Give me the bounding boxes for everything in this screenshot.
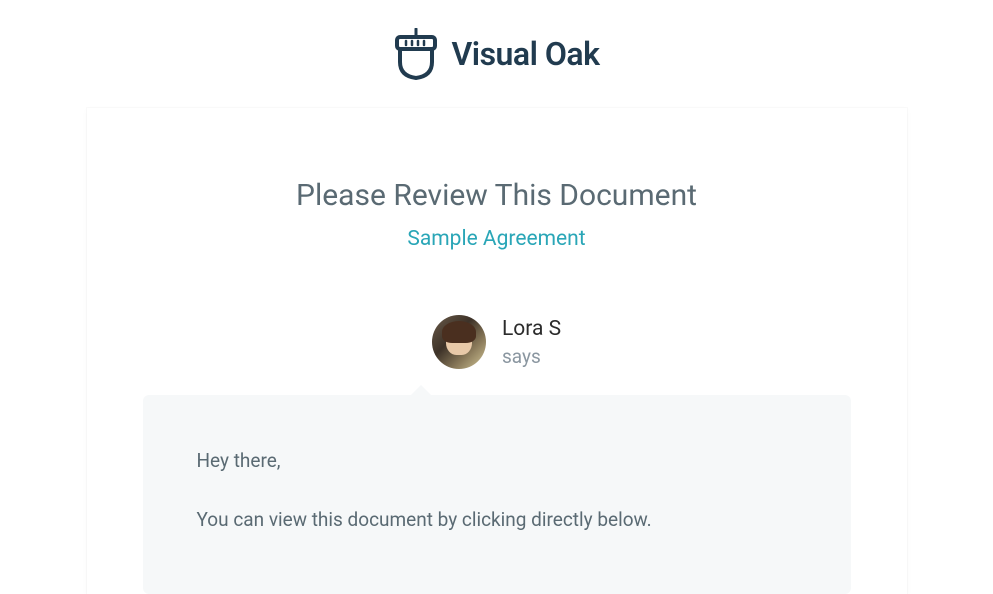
message-body: You can view this document by clicking d… bbox=[197, 506, 797, 535]
sender-name: Lora S bbox=[502, 317, 561, 341]
content-panel: Please Review This Document Sample Agree… bbox=[87, 108, 907, 594]
sender-says-label: says bbox=[502, 345, 561, 368]
brand-name: Visual Oak bbox=[452, 35, 600, 73]
avatar bbox=[432, 315, 486, 369]
document-title-link[interactable]: Sample Agreement bbox=[407, 227, 585, 251]
header: Visual Oak bbox=[0, 0, 993, 108]
message-card: Hey there, You can view this document by… bbox=[143, 395, 851, 594]
page-title: Please Review This Document bbox=[296, 178, 697, 213]
message-greeting: Hey there, bbox=[197, 447, 797, 476]
sender-row: Lora S says bbox=[432, 315, 561, 369]
sender-text: Lora S says bbox=[502, 317, 561, 368]
acorn-icon bbox=[394, 28, 438, 80]
page-container: Visual Oak Please Review This Document S… bbox=[0, 0, 993, 554]
brand-logo: Visual Oak bbox=[394, 28, 600, 80]
